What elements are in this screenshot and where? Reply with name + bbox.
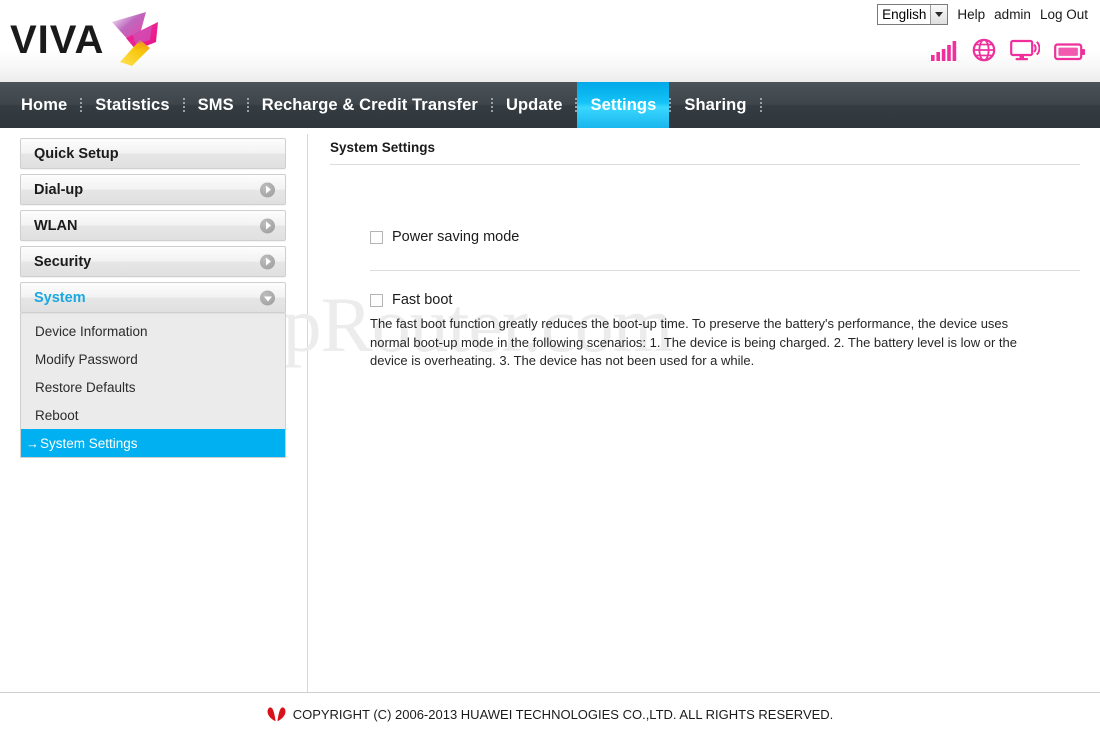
sidebar-item-system[interactable]: System [20,282,286,313]
nav-item-recharge-credit-transfer[interactable]: Recharge & Credit Transfer [249,82,491,128]
nav-item-settings[interactable]: Settings [577,82,670,128]
fast-boot-row: Fast boot [330,292,1080,308]
sidebar-item-label: WLAN [34,217,78,234]
brand-logo[interactable]: VIVA [10,6,170,70]
fast-boot-label[interactable]: Fast boot [392,292,452,308]
header-links: English Help admin Log Out [877,4,1088,25]
system-submenu: Device Information Modify Password Resto… [20,313,286,458]
admin-link[interactable]: admin [994,7,1031,22]
sidebar-item-label: Dial-up [34,181,84,198]
sidebar-content-divider [307,134,308,692]
sidebar-subitem-label: Restore Defaults [35,379,136,395]
logout-link[interactable]: Log Out [1040,7,1088,22]
power-saving-row: Power saving mode [330,229,1080,245]
arrow-right-icon: → [26,435,39,451]
sidebar-item-security[interactable]: Security [20,246,286,277]
chevron-right-icon[interactable] [260,182,275,197]
brand-name: VIVA [10,18,105,62]
main-panel: System Settings Power saving mode Fast b… [330,140,1080,371]
nav-item-sharing[interactable]: Sharing [671,82,759,128]
chevron-right-icon[interactable] [260,254,275,269]
power-saving-label[interactable]: Power saving mode [392,229,519,245]
monitor-wifi-icon [1010,39,1040,61]
nav-item-home[interactable]: Home [8,82,80,128]
page-footer: COPYRIGHT (C) 2006-2013 HUAWEI TECHNOLOG… [0,692,1100,735]
sidebar-item-quick-setup[interactable]: Quick Setup [20,138,286,169]
chevron-right-icon[interactable] [260,218,275,233]
sidebar-subitem-restore-defaults[interactable]: Restore Defaults [21,373,285,401]
page-title: System Settings [330,140,1080,165]
sidebar-subitem-label: System Settings [40,435,138,451]
sidebar: Quick Setup Dial-up WLAN Security System [20,138,286,458]
sidebar-subitem-device-information[interactable]: Device Information [21,317,285,345]
sidebar-item-wlan[interactable]: WLAN [20,210,286,241]
fast-boot-checkbox[interactable] [370,293,383,307]
language-select[interactable]: English [877,4,949,25]
help-link[interactable]: Help [957,7,985,22]
chevron-down-icon[interactable] [930,5,948,24]
nav-item-statistics[interactable]: Statistics [82,82,182,128]
nav-item-sms[interactable]: SMS [185,82,247,128]
viva-bird-logo-icon [112,12,158,66]
battery-icon [1054,43,1085,61]
status-icon-group [930,38,1086,62]
nav-separator [759,98,762,112]
sidebar-subitem-modify-password[interactable]: Modify Password [21,345,285,373]
sidebar-subitem-label: Reboot [35,407,79,423]
sidebar-subitem-label: Modify Password [35,351,138,367]
page-root: VIVA English Help admin Log Out Home Sta… [0,0,1100,735]
language-selected-value: English [882,7,927,22]
sidebar-item-label: Quick Setup [34,145,119,162]
chevron-down-icon[interactable] [260,290,275,305]
page-header: VIVA English Help admin Log Out [0,0,1100,82]
fast-boot-description: The fast boot function greatly reduces t… [370,316,1017,368]
nav-item-update[interactable]: Update [493,82,576,128]
sidebar-subitem-reboot[interactable]: Reboot [21,401,285,429]
sidebar-item-dial-up[interactable]: Dial-up [20,174,286,205]
sidebar-subitem-label: Device Information [35,323,148,339]
sidebar-subitem-system-settings[interactable]: → System Settings [21,429,285,457]
signal-bars-icon [931,41,957,61]
main-navigation: Home Statistics SMS Recharge & Credit Tr… [0,82,1100,128]
globe-icon [972,38,996,62]
sidebar-item-label: System [34,289,86,306]
power-saving-checkbox[interactable] [370,230,383,244]
huawei-flower-logo-icon [267,706,286,721]
sidebar-item-label: Security [34,253,92,270]
content-area: SetupRouter.com Quick Setup Dial-up WLAN… [0,128,1100,692]
copyright-text: COPYRIGHT (C) 2006-2013 HUAWEI TECHNOLOG… [292,706,834,722]
